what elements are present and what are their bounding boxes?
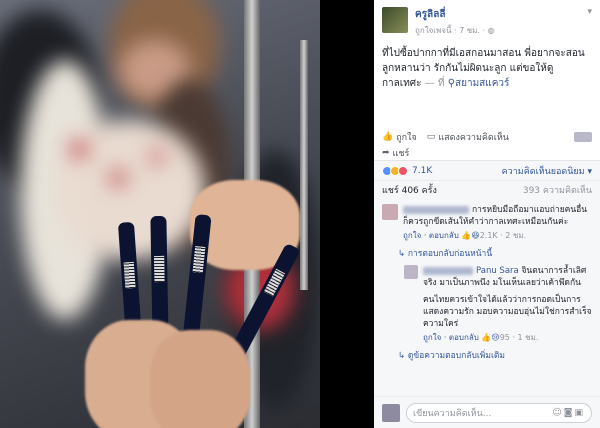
commenter-avatar[interactable] — [382, 204, 398, 220]
page-avatar[interactable] — [382, 7, 408, 33]
share-row: ➦ แชร์ — [374, 145, 600, 160]
viewer-backdrop — [320, 0, 374, 428]
comment-item: การหยิบมือถือมาแอบถ่ายคนอื่น ก็ควรถูกขีด… — [382, 204, 592, 242]
sticker-icon[interactable]: ▣ — [574, 408, 585, 418]
flower-spot — [150, 150, 164, 164]
share-count[interactable]: แชร์ 406 ครั้ง — [382, 183, 437, 197]
share-as-avatar[interactable] — [574, 131, 592, 142]
camera-icon[interactable]: ◙ — [564, 408, 575, 418]
location-pin-icon: ⚲ — [447, 78, 456, 89]
post-panel: ครูลิลลี่ ถูกใจเพจนี้ · 7 ชม. · ◍ ▾ ที่ไ… — [374, 0, 600, 428]
commenter-name-blurred[interactable] — [403, 205, 469, 214]
comment-input-placeholder: เขียนความคิดเห็น... — [413, 408, 492, 419]
share-icon: ➦ — [382, 147, 390, 158]
shares-bar: แชร์ 406 ครั้ง 393 ความคิดเห็น — [374, 180, 600, 198]
chevron-down-icon[interactable]: ▾ — [587, 7, 592, 38]
reply-time: 1 ชม. — [517, 333, 539, 342]
comment-composer: เขียนความคิดเห็น... ☺◙▣ — [374, 396, 600, 428]
comment-reaction-count: 2.1K — [479, 231, 498, 240]
like-label: ถูกใจ — [396, 132, 417, 143]
composer-icons: ☺◙▣ — [552, 408, 585, 418]
comment-like-link[interactable]: ถูกใจ — [403, 231, 421, 240]
like-button[interactable]: 👍 ถูกใจ — [382, 130, 417, 144]
previous-replies-link[interactable]: ↳ การตอบกลับก่อนหน้านี้ — [398, 246, 592, 260]
post-meta-text: ถูกใจเพจนี้ · 7 ชม. · — [415, 26, 486, 35]
train-pole-2 — [300, 40, 308, 290]
love-reaction-icon — [398, 165, 408, 176]
reply-arrow-icon: ↳ — [398, 351, 408, 361]
post-photo[interactable] — [0, 0, 320, 428]
flower-spot — [110, 170, 126, 186]
share-button[interactable]: ➦ แชร์ — [382, 146, 409, 160]
tagged-name[interactable]: Panu Sara — [476, 266, 519, 276]
post-actions: 👍 ถูกใจ ▭ แสดงความคิดเห็น — [374, 128, 600, 145]
comment-button[interactable]: ▭ แสดงความคิดเห็น — [427, 130, 509, 144]
post-location[interactable]: สยามสแควร์ — [455, 78, 509, 89]
post-at: — ที่ — [424, 78, 445, 89]
comments-list: การหยิบมือถือมาแอบถ่ายคนอื่น ก็ควรถูกขีด… — [374, 198, 600, 398]
reactions-bar: 7.1K ความคิดเห็นยอดนิยม ▾ — [374, 160, 600, 180]
share-label: แชร์ — [392, 148, 410, 159]
emoji-icon[interactable]: ☺ — [552, 408, 563, 418]
post-header: ครูลิลลี่ ถูกใจเพจนี้ · 7 ชม. · ◍ ▾ — [374, 0, 600, 38]
comment-label: แสดงความคิดเห็น — [438, 132, 509, 143]
comment-count: 393 ความคิดเห็น — [522, 185, 592, 196]
page-name[interactable]: ครูลิลลี่ — [415, 7, 495, 22]
replier-name-blurred[interactable] — [423, 266, 473, 275]
right-hand — [150, 330, 250, 428]
previous-replies-label: การตอบกลับก่อนหน้านี้ — [407, 249, 493, 259]
replier-avatar[interactable] — [404, 265, 418, 279]
reaction-count[interactable]: 7.1K — [412, 166, 432, 176]
current-user-avatar — [382, 403, 400, 422]
reply-reply-link[interactable]: ตอบกลับ — [449, 333, 479, 342]
reply-reaction-icons: 👍😢 — [481, 333, 500, 342]
comment-time: 2 ชม. — [505, 231, 527, 240]
post-meta: ถูกใจเพจนี้ · 7 ชม. · ◍ — [415, 24, 495, 37]
more-replies-link[interactable]: ↳ ดูข้อความตอบกลับเพิ่มเติม — [398, 348, 592, 362]
reply-item: Panu Sara จินตนาการล้ำเลิศจริง มาเป็นภาพ… — [404, 265, 592, 344]
reply-arrow-icon: ↳ — [398, 249, 408, 259]
reply-reaction-count: 95 — [499, 333, 510, 342]
globe-icon: ◍ — [487, 26, 495, 35]
thumbs-up-icon: 👍 — [382, 131, 394, 142]
comment-reaction-icons: 👍😆 — [461, 231, 480, 240]
comment-input[interactable]: เขียนความคิดเห็น... ☺◙▣ — [406, 402, 592, 423]
flower-spot — [70, 140, 88, 158]
reply-like-link[interactable]: ถูกใจ — [423, 333, 441, 342]
reply-text-2: คนไทยควรเข้าใจได้แล้วว่าการกอดเป็นการแสด… — [423, 295, 592, 329]
comment-icon: ▭ — [426, 131, 436, 142]
comment-sort-select[interactable]: ความคิดเห็นยอดนิยม ▾ — [502, 164, 592, 178]
post-body: ที่ไปซื้อปากกาที่มีเอสกอนมาสอน พี่อยากจะ… — [374, 38, 600, 128]
more-replies-label: ดูข้อความตอบกลับเพิ่มเติม — [407, 351, 506, 361]
comment-reply-link[interactable]: ตอบกลับ — [429, 231, 459, 240]
